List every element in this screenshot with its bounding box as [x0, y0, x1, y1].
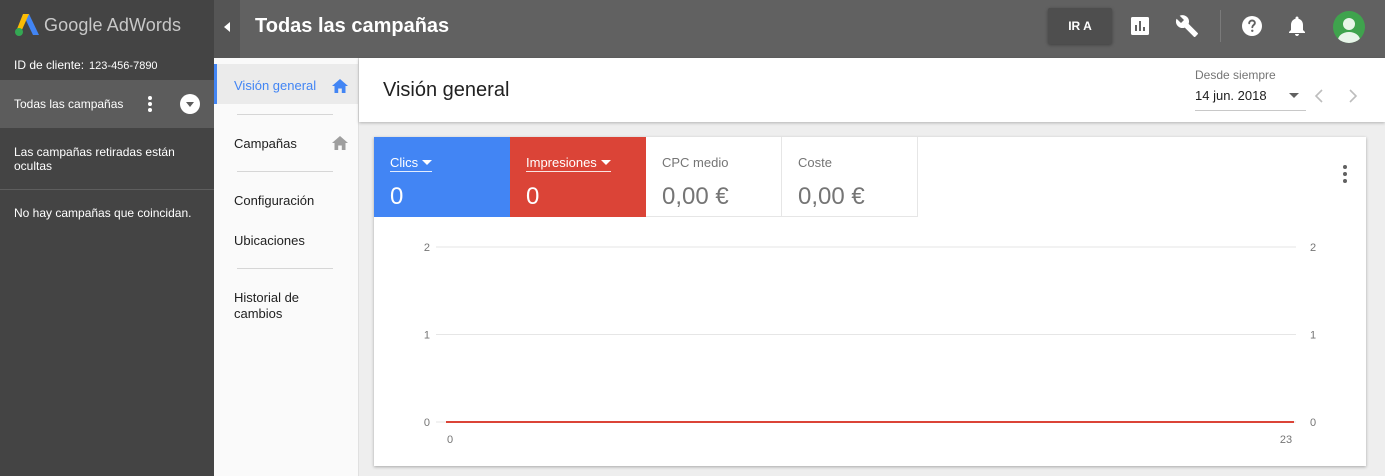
- metric-value: 0,00 €: [662, 183, 729, 210]
- nav-divider: [237, 114, 333, 115]
- bell-icon[interactable]: [1285, 14, 1309, 38]
- nav-item-change-history[interactable]: Historial de cambios: [234, 290, 334, 322]
- client-id-label: ID de cliente:: [14, 58, 85, 72]
- avatar[interactable]: [1333, 11, 1365, 43]
- nav-item-settings[interactable]: Configuración: [234, 193, 314, 208]
- more-vert-icon[interactable]: [1343, 165, 1349, 183]
- metric-value: 0: [526, 183, 540, 210]
- collapse-sidebar-button[interactable]: [214, 0, 240, 58]
- y-right-tick-label: 0: [1310, 417, 1316, 429]
- header-divider: [1220, 10, 1221, 42]
- metric-name[interactable]: Clics: [390, 155, 433, 172]
- home-icon: [332, 79, 348, 93]
- nav-item-placements[interactable]: Ubicaciones: [234, 233, 305, 248]
- date-range-value: 14 jun. 2018: [1195, 88, 1267, 103]
- expand-circle-icon[interactable]: [180, 94, 200, 114]
- y-right-tick-label: 1: [1310, 330, 1316, 342]
- overview-heading: Visión general: [383, 79, 510, 101]
- more-vert-icon[interactable]: [143, 93, 157, 115]
- home-icon: [332, 136, 348, 150]
- no-campaigns-message: No hay campañas que coincidan.: [14, 206, 192, 220]
- performance-chart: 0 0 1 1 2 2 0 23: [424, 242, 1316, 446]
- date-range-dropdown[interactable]: 14 jun. 2018: [1195, 87, 1306, 111]
- metric-name[interactable]: Impresiones: [526, 155, 611, 172]
- chevron-right-icon[interactable]: [1347, 88, 1359, 104]
- goto-button[interactable]: IR A: [1048, 8, 1112, 44]
- metric-clicks[interactable]: Clics 0: [374, 137, 510, 217]
- help-icon[interactable]: [1240, 14, 1264, 38]
- x-tick-label: 0: [447, 434, 453, 446]
- account-sidebar: Google AdWords ID de cliente: 123-456-789…: [0, 0, 214, 476]
- metric-value: 0,00 €: [798, 183, 865, 210]
- nav-item-label: Visión general: [234, 78, 317, 93]
- chevron-left-icon[interactable]: [1313, 88, 1325, 104]
- metric-name: CPC medio: [662, 155, 729, 170]
- y-tick-label: 0: [424, 417, 430, 429]
- logo-text: Google AdWords: [44, 14, 182, 35]
- performance-card: Clics 0 Impresiones 0 CPC medio 0,00 € C…: [374, 137, 1366, 466]
- metric-impressions[interactable]: Impresiones 0: [510, 137, 646, 217]
- adwords-logo[interactable]: Google AdWords: [14, 13, 181, 37]
- page-navigation: Visión general Campañas Configuración Ub…: [214, 58, 359, 476]
- adwords-logo-icon: [15, 14, 39, 36]
- page-title: Todas las campañas: [255, 15, 450, 37]
- top-header: Todas las campañas IR A: [214, 0, 1385, 58]
- y-right-tick-label: 2: [1310, 242, 1316, 254]
- client-id-value: 123-456-7890: [89, 60, 158, 72]
- nav-item-campaigns[interactable]: Campañas: [234, 136, 297, 151]
- metric-value: 0: [390, 183, 404, 210]
- x-tick-label: 23: [1280, 434, 1292, 446]
- sidebar-divider: [0, 189, 214, 190]
- retired-campaigns-notice: Las campañas retiradas están ocultas: [14, 145, 175, 173]
- wrench-icon[interactable]: [1175, 14, 1199, 38]
- y-tick-label: 2: [424, 242, 430, 254]
- avatar-icon: [1338, 18, 1360, 43]
- overview-toolbar: Visión general Desde siempre 14 jun. 201…: [359, 58, 1385, 122]
- y-tick-label: 1: [424, 330, 430, 342]
- nav-divider: [237, 171, 333, 172]
- all-campaigns-label: Todas las campañas: [14, 97, 124, 111]
- metric-cost[interactable]: Coste 0,00 €: [782, 137, 918, 217]
- metric-name: Coste: [798, 155, 832, 170]
- client-id: ID de cliente: 123-456-7890: [14, 58, 158, 72]
- metric-avg-cpc[interactable]: CPC medio 0,00 €: [646, 137, 782, 217]
- nav-divider: [237, 268, 333, 269]
- reports-icon[interactable]: [1128, 14, 1152, 38]
- date-range-caption: Desde siempre: [1195, 68, 1276, 82]
